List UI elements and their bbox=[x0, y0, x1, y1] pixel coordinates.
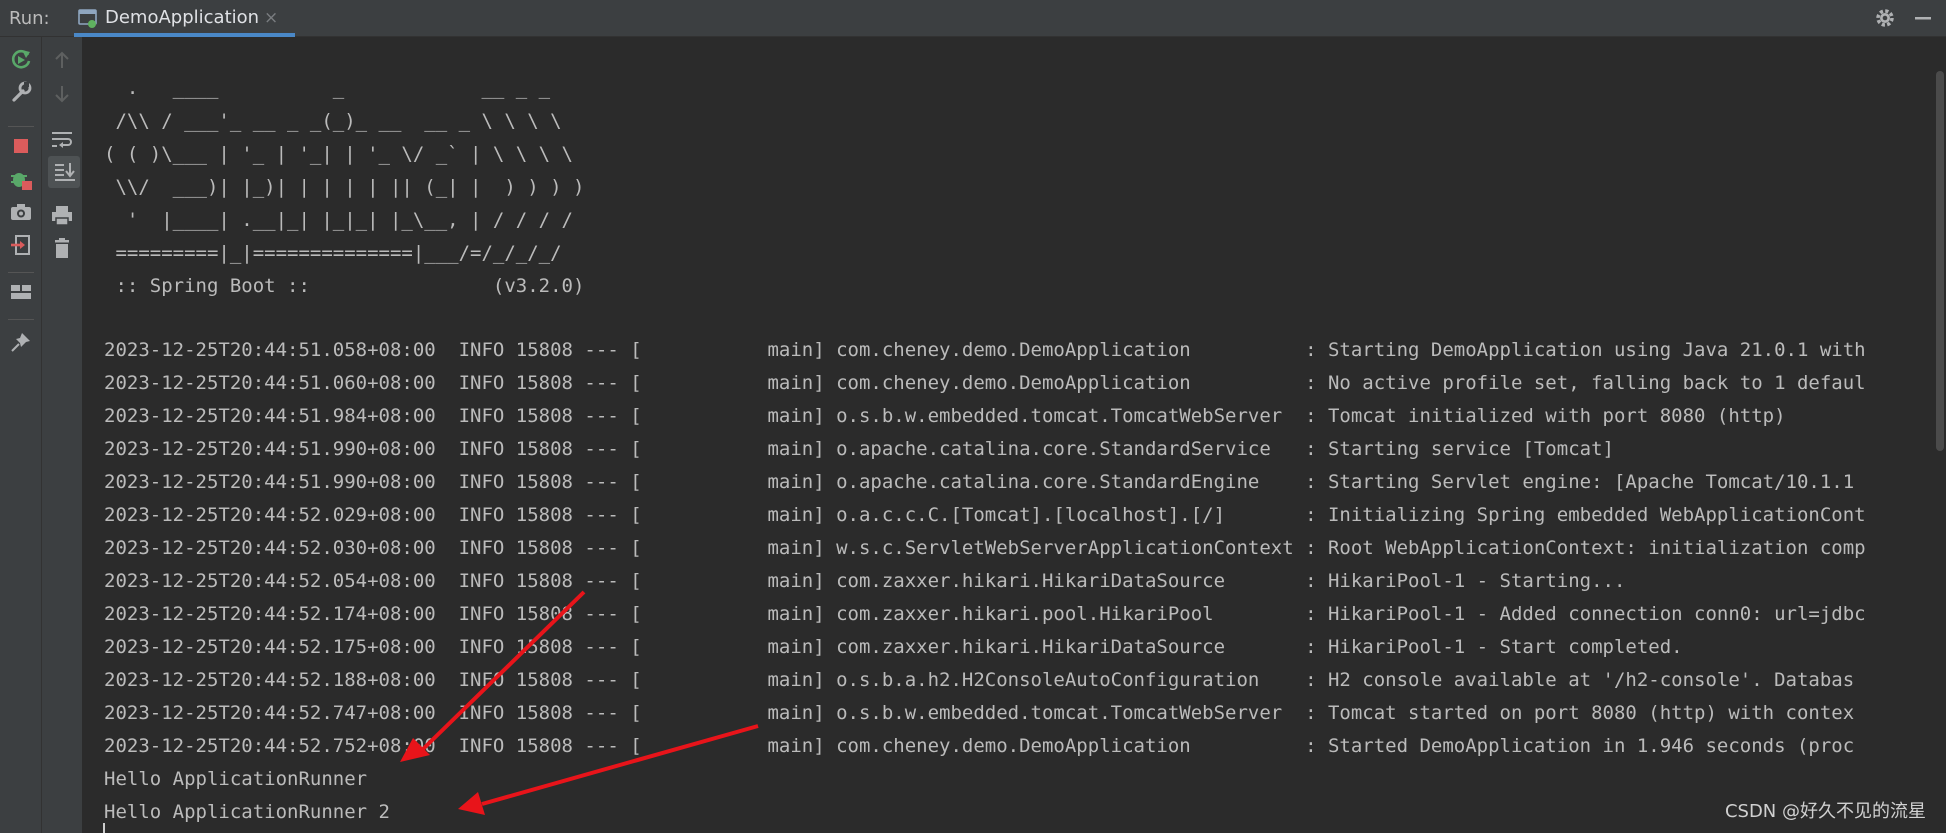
log-line: 2023-12-25T20:44:52.054+08:00 INFO 15808… bbox=[104, 570, 1626, 592]
text-cursor bbox=[103, 823, 105, 833]
down-arrow-icon[interactable] bbox=[49, 81, 75, 107]
up-arrow-icon[interactable] bbox=[49, 47, 75, 73]
tab-demoapplication[interactable]: DemoApplication × bbox=[74, 0, 295, 37]
log-line: 2023-12-25T20:44:51.058+08:00 INFO 15808… bbox=[104, 339, 1866, 361]
run-label: Run: bbox=[9, 8, 50, 29]
log-line: 2023-12-25T20:44:52.174+08:00 INFO 15808… bbox=[104, 603, 1866, 625]
banner-line: ( ( )\___ | '_ | '_| | '_ \/ _` | \ \ \ … bbox=[104, 143, 573, 165]
gear-icon[interactable] bbox=[1873, 6, 1897, 30]
log-line: 2023-12-25T20:44:52.029+08:00 INFO 15808… bbox=[104, 504, 1866, 526]
toolbar-divider bbox=[8, 272, 34, 273]
layout-icon[interactable] bbox=[8, 279, 34, 305]
watermark: CSDN @好久不见的流星 bbox=[1724, 801, 1926, 822]
debug-icon[interactable] bbox=[8, 166, 34, 192]
minimize-icon[interactable] bbox=[1911, 6, 1935, 30]
soft-wrap-icon[interactable] bbox=[49, 127, 75, 153]
wrench-icon[interactable] bbox=[8, 79, 34, 105]
log-line: 2023-12-25T20:44:51.990+08:00 INFO 15808… bbox=[104, 471, 1855, 493]
pin-icon[interactable] bbox=[8, 329, 34, 355]
run-config-icon bbox=[77, 7, 99, 29]
console-output[interactable]: . ____ _ __ _ _ /\\ / ___'_ __ _ _(_)_ _… bbox=[84, 37, 1946, 833]
scrollbar-thumb[interactable] bbox=[1936, 71, 1944, 451]
banner-line: \\/ ___)| |_)| | | | | || (_| | ) ) ) ) bbox=[104, 176, 585, 198]
camera-icon[interactable] bbox=[8, 199, 34, 225]
run-tabbar: Run: DemoApplication × bbox=[0, 0, 1946, 37]
rerun-icon[interactable] bbox=[8, 46, 34, 72]
banner-line: :: Spring Boot :: (v3.2.0) bbox=[104, 275, 585, 297]
scroll-to-end-icon[interactable] bbox=[52, 159, 78, 185]
run-toolbar-primary bbox=[0, 37, 42, 833]
log-line: 2023-12-25T20:44:52.175+08:00 INFO 15808… bbox=[104, 636, 1683, 658]
toolbar-divider bbox=[8, 319, 34, 320]
vertical-scrollbar[interactable] bbox=[1934, 37, 1946, 833]
log-line: 2023-12-25T20:44:51.990+08:00 INFO 15808… bbox=[104, 438, 1614, 460]
log-line: 2023-12-25T20:44:51.984+08:00 INFO 15808… bbox=[104, 405, 1786, 427]
output-line: Hello ApplicationRunner 2 bbox=[104, 801, 390, 823]
run-toolbar-secondary bbox=[42, 37, 83, 833]
print-icon[interactable] bbox=[49, 202, 75, 228]
log-line: 2023-12-25T20:44:52.752+08:00 INFO 15808… bbox=[104, 735, 1855, 757]
output-line: Hello ApplicationRunner bbox=[104, 768, 368, 790]
tab-label: DemoApplication bbox=[105, 7, 260, 28]
close-icon[interactable]: × bbox=[264, 8, 278, 28]
log-line: 2023-12-25T20:44:51.060+08:00 INFO 15808… bbox=[104, 372, 1866, 394]
banner-line: . ____ _ __ _ _ bbox=[104, 77, 551, 99]
banner-line: =========|_|==============|___/=/_/_/_/ bbox=[104, 242, 562, 264]
toolbar-divider bbox=[8, 126, 34, 127]
trash-icon[interactable] bbox=[49, 235, 75, 261]
stop-icon[interactable] bbox=[8, 133, 34, 159]
login-icon[interactable] bbox=[8, 232, 34, 258]
banner-line: /\\ / ___'_ __ _ _(_)_ __ __ _ \ \ \ \ bbox=[104, 110, 562, 132]
log-line: 2023-12-25T20:44:52.188+08:00 INFO 15808… bbox=[104, 669, 1855, 691]
log-line: 2023-12-25T20:44:52.747+08:00 INFO 15808… bbox=[104, 702, 1855, 724]
log-line: 2023-12-25T20:44:52.030+08:00 INFO 15808… bbox=[104, 537, 1866, 559]
banner-line: ' |____| .__|_| |_|_| |_\__, | / / / / bbox=[104, 209, 573, 231]
